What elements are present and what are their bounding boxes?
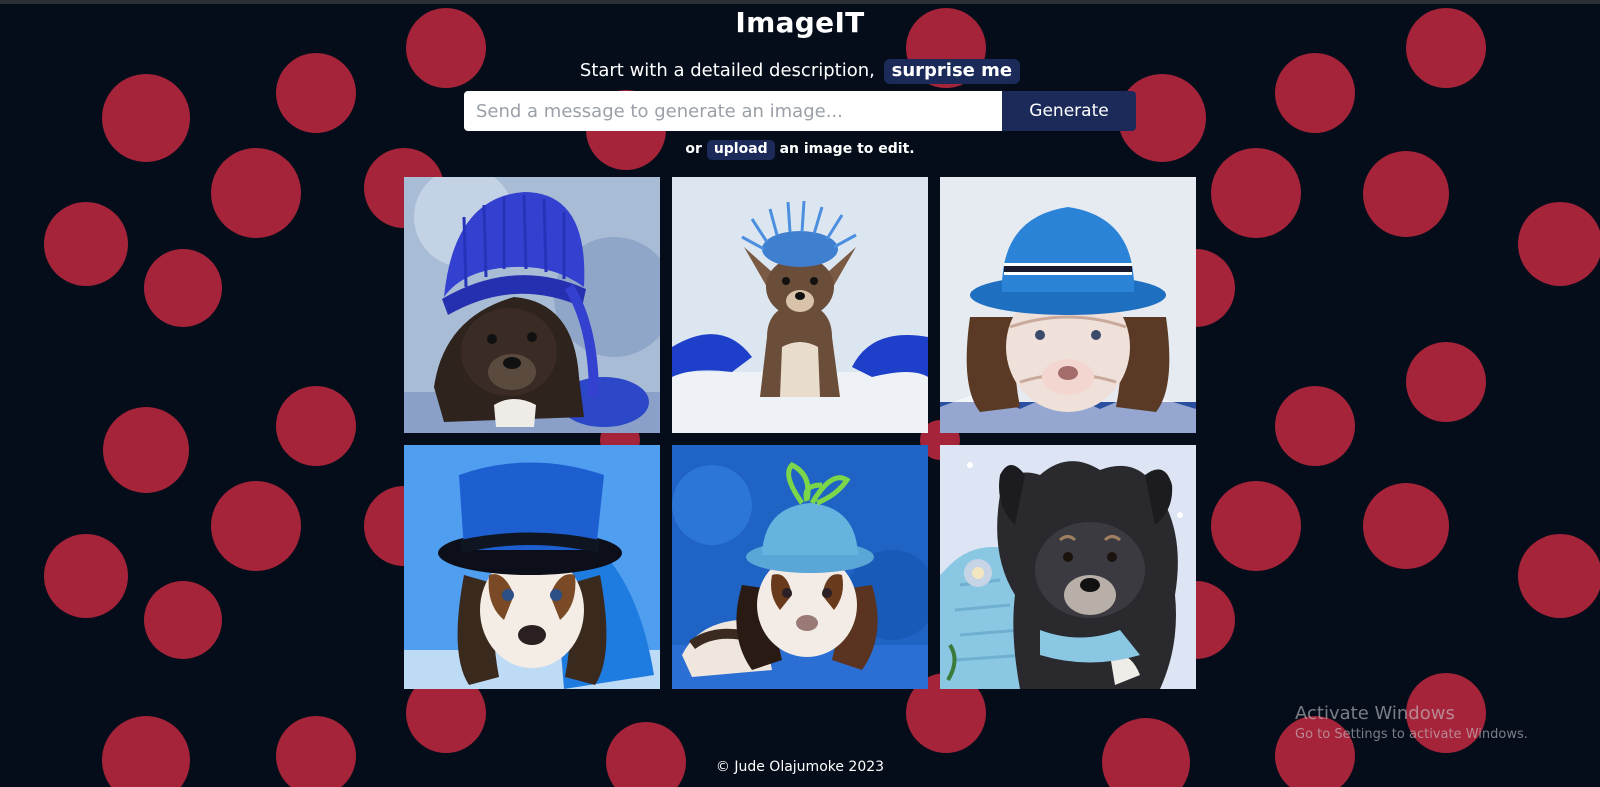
basset-puppy-teal-hat-image: [672, 445, 928, 689]
app-title: ImageIT: [735, 6, 865, 39]
fluffy-puppy-image: [940, 445, 1196, 689]
subtitle-row: Start with a detailed description, surpr…: [0, 59, 1600, 84]
background-dot: [1363, 483, 1449, 569]
watermark-subtitle: Go to Settings to activate Windows.: [1295, 727, 1528, 742]
gallery-image[interactable]: [404, 445, 660, 689]
background-dot: [44, 534, 128, 618]
footer-copyright: © Jude Olajumoke 2023: [715, 759, 885, 775]
background-dot: [211, 481, 301, 571]
background-dot: [1363, 151, 1449, 237]
prompt-bar: Generate: [464, 91, 1136, 131]
gallery-image[interactable]: [404, 177, 660, 433]
watermark-title: Activate Windows: [1295, 703, 1455, 724]
beagle-puppy-image: [404, 445, 660, 689]
background-dot: [1406, 342, 1486, 422]
background-dot: [276, 386, 356, 466]
background-dot: [144, 581, 222, 659]
subtitle-text: Start with a detailed description,: [579, 60, 875, 81]
basset-puppy-image: [940, 177, 1196, 433]
background-dot: [1518, 534, 1600, 618]
background-dot: [276, 716, 356, 787]
surprise-me-button[interactable]: surprise me: [883, 59, 1021, 84]
chihuahua-puppy-image: [672, 177, 928, 433]
upload-row: or upload an image to edit.: [0, 140, 1600, 160]
prompt-input[interactable]: [464, 91, 1002, 131]
windows-activation-watermark: Activate Windows Go to Settings to activ…: [1295, 703, 1528, 742]
gallery-image[interactable]: [940, 177, 1196, 433]
background-dot: [211, 148, 301, 238]
upload-suffix: an image to edit.: [779, 141, 915, 157]
background-dot: [1211, 148, 1301, 238]
background-dot: [606, 722, 686, 787]
background-dot: [1275, 386, 1355, 466]
background-dot: [144, 249, 222, 327]
background-dot: [1211, 481, 1301, 571]
background-dot: [1102, 718, 1190, 787]
background-dot: [102, 716, 190, 787]
gallery-image[interactable]: [672, 445, 928, 689]
upload-button[interactable]: upload: [706, 140, 775, 160]
gallery-image[interactable]: [672, 177, 928, 433]
upload-prefix: or: [685, 141, 702, 157]
boxer-puppy-image: [404, 177, 660, 433]
background-dot: [103, 407, 189, 493]
generate-button[interactable]: Generate: [1002, 91, 1136, 131]
background-dot: [1518, 202, 1600, 286]
background-dot: [44, 202, 128, 286]
gallery-image[interactable]: [940, 445, 1196, 689]
